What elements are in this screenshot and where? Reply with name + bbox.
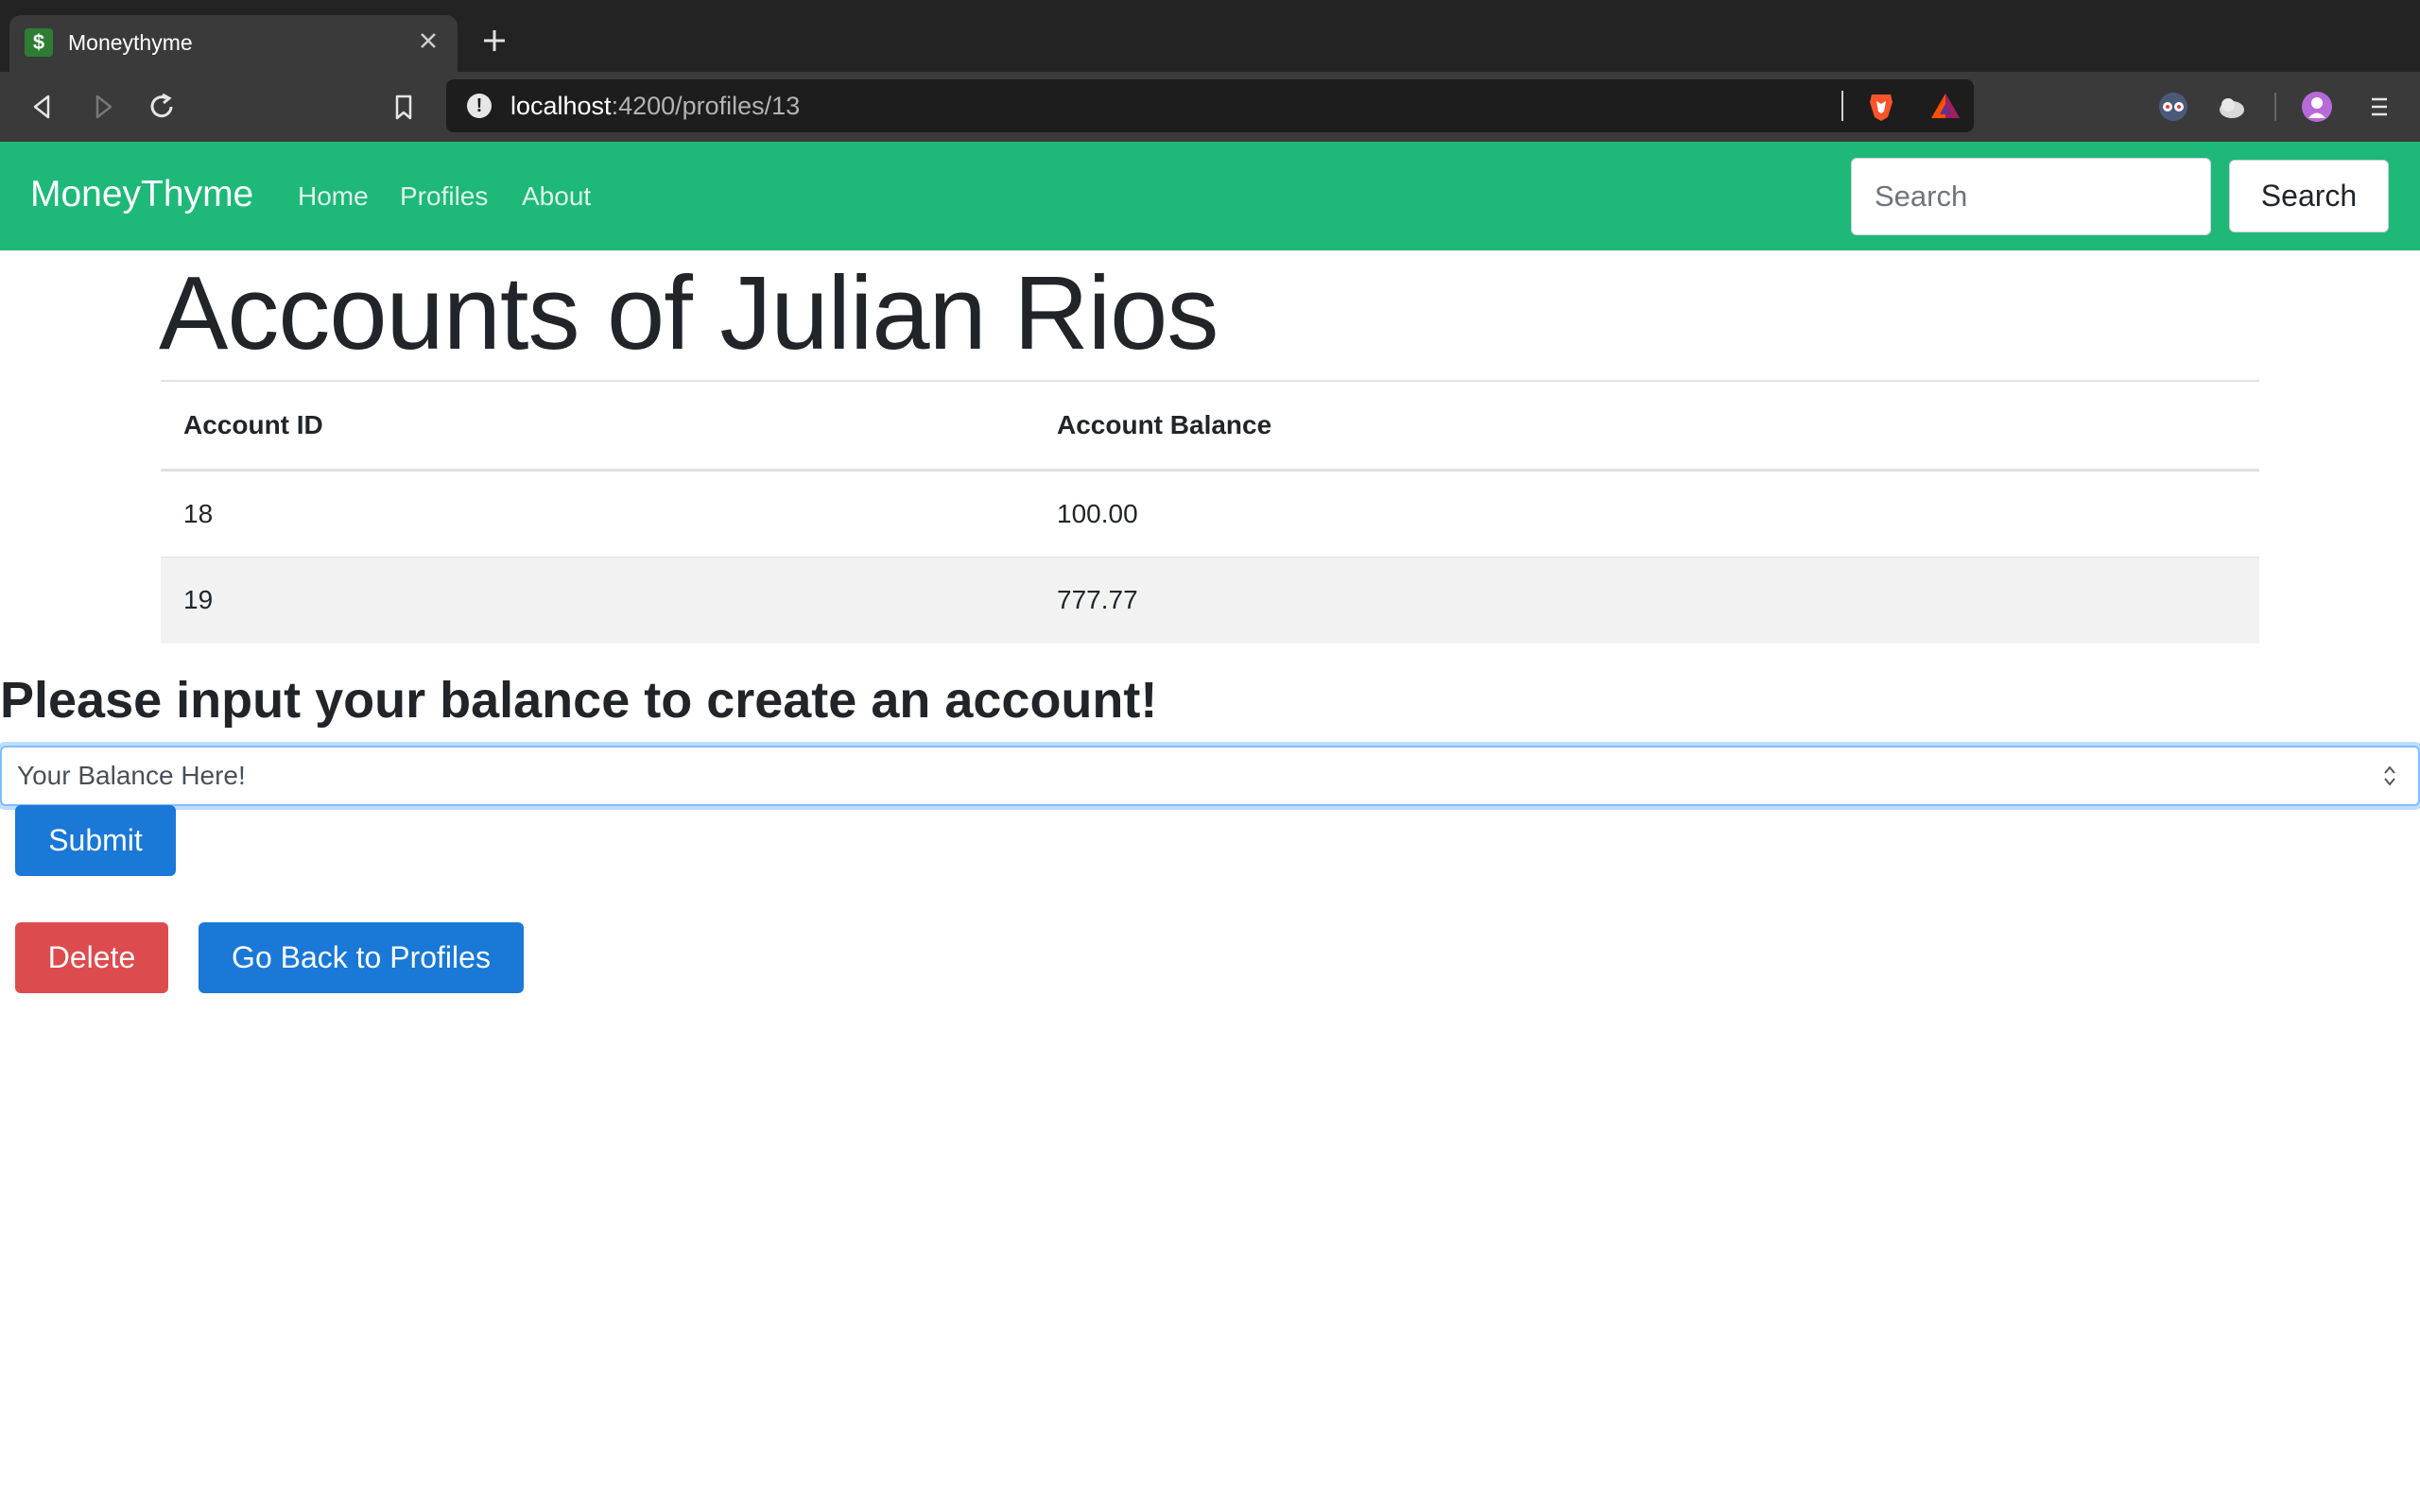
account-id-cell: 18 bbox=[161, 469, 1034, 557]
close-tab-icon[interactable] bbox=[414, 26, 442, 55]
browser-tab-strip: $ Moneythyme bbox=[0, 0, 2420, 72]
nav-link-about[interactable]: About bbox=[522, 181, 591, 212]
accounts-table: Account ID Account Balance 18 100.00 19 … bbox=[161, 380, 2259, 644]
column-header-account-balance: Account Balance bbox=[1034, 380, 2259, 472]
url-text: localhost:4200/profiles/13 bbox=[510, 92, 801, 120]
brand-logo[interactable]: MoneyThyme bbox=[30, 174, 253, 215]
page-title: Accounts of Julian Rios bbox=[159, 255, 1219, 371]
column-header-account-id: Account ID bbox=[161, 380, 1034, 472]
brave-rewards-icon[interactable] bbox=[1928, 89, 1962, 123]
new-tab-icon[interactable] bbox=[480, 26, 509, 55]
balance-input[interactable] bbox=[0, 746, 2420, 806]
delete-button[interactable]: Delete bbox=[15, 922, 168, 993]
table-row: 18 100.00 bbox=[161, 469, 2259, 557]
extension-glasses-icon[interactable] bbox=[2157, 91, 2189, 123]
menu-icon[interactable] bbox=[2363, 91, 2395, 123]
app-navbar: MoneyThyme Home Profiles About Search bbox=[0, 142, 2420, 250]
profile-avatar-icon[interactable] bbox=[2301, 91, 2333, 123]
browser-tab[interactable]: $ Moneythyme bbox=[9, 15, 458, 72]
forward-icon[interactable] bbox=[87, 91, 119, 123]
reload-icon[interactable] bbox=[146, 91, 178, 123]
nav-link-profiles[interactable]: Profiles bbox=[400, 181, 488, 212]
extension-cloud-icon[interactable] bbox=[2216, 91, 2248, 123]
account-id-cell: 19 bbox=[161, 556, 1034, 644]
number-spinner-icon[interactable] bbox=[2380, 762, 2399, 790]
table-header-row: Account ID Account Balance bbox=[161, 380, 2259, 472]
browser-toolbar: ! localhost:4200/profiles/13 bbox=[0, 72, 2420, 142]
address-bar[interactable]: ! localhost:4200/profiles/13 bbox=[446, 79, 1974, 132]
search-input[interactable] bbox=[1851, 158, 2211, 235]
go-back-to-profiles-button[interactable]: Go Back to Profiles bbox=[199, 922, 524, 993]
nav-link-home[interactable]: Home bbox=[298, 181, 369, 212]
toolbar-divider bbox=[2274, 93, 2276, 121]
bookmark-icon[interactable] bbox=[388, 91, 420, 123]
account-balance-cell: 777.77 bbox=[1034, 556, 2259, 644]
account-balance-cell: 100.00 bbox=[1034, 469, 2259, 557]
create-account-heading: Please input your balance to create an a… bbox=[0, 672, 1158, 729]
submit-button[interactable]: Submit bbox=[15, 805, 176, 876]
table-row: 19 777.77 bbox=[161, 556, 2259, 644]
dollar-favicon-icon: $ bbox=[25, 28, 53, 57]
back-icon[interactable] bbox=[26, 91, 59, 123]
search-button[interactable]: Search bbox=[2229, 160, 2389, 232]
tab-title: Moneythyme bbox=[68, 30, 193, 55]
brave-shields-icon[interactable] bbox=[1864, 89, 1898, 123]
url-divider bbox=[1841, 91, 1843, 121]
site-info-icon[interactable]: ! bbox=[467, 94, 492, 118]
